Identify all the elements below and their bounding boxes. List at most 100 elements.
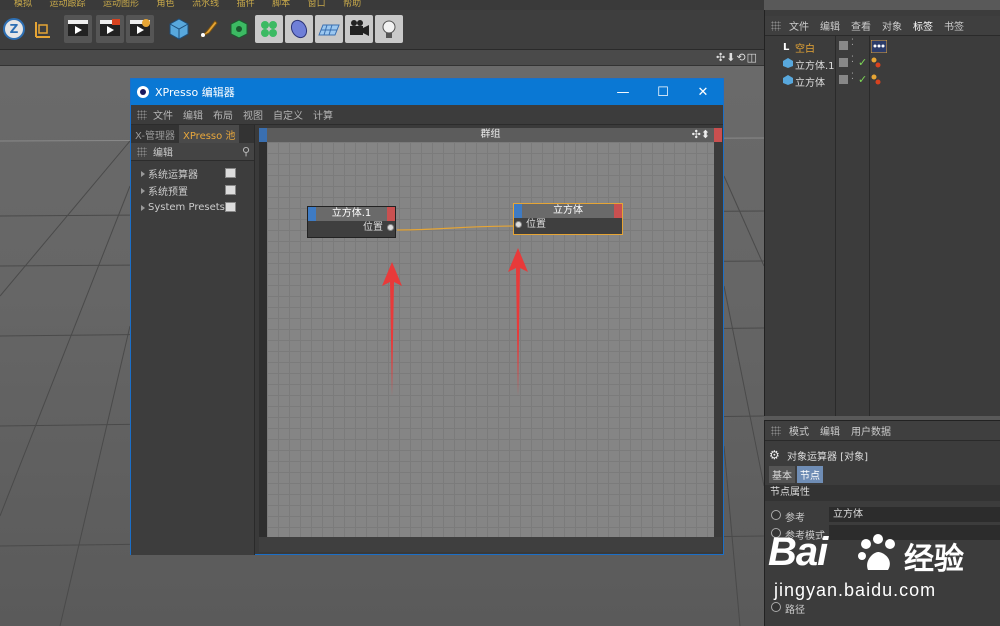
visibility-icon[interactable]	[839, 41, 848, 50]
pool-edit-menu[interactable]: 编辑	[153, 144, 173, 159]
group-header[interactable]: 群组 ✣⬍	[259, 128, 722, 142]
enabled-check-icon[interactable]: ✓	[858, 56, 867, 69]
am-menu-mode[interactable]: 模式	[789, 423, 809, 438]
visibility-dots-icon[interactable]: ⁚	[851, 55, 854, 65]
render-view-icon[interactable]	[64, 15, 92, 43]
tab-x-manager[interactable]: X-管理器	[131, 125, 179, 143]
menu-plugins[interactable]: 插件	[237, 0, 255, 9]
zbrush-icon[interactable]: Z	[0, 15, 28, 43]
pool-header: 编辑 ⚲	[131, 143, 254, 161]
library-icon	[225, 185, 236, 195]
menu-mograph[interactable]: 运动图形	[103, 0, 139, 9]
cube-icon[interactable]	[165, 15, 193, 43]
baidu-paw-icon	[858, 534, 895, 570]
port-position-out[interactable]	[387, 224, 394, 231]
object-row-cube[interactable]: 立方体 ⁚ ✓	[765, 72, 1000, 89]
visibility-dots-icon[interactable]: ⁚	[851, 72, 854, 82]
watermark-url: jingyan.baidu.com	[774, 580, 937, 600]
xpresso-title-bar[interactable]: XPresso 编辑器 — ☐ ✕	[131, 79, 723, 105]
menu-window[interactable]: 窗口	[308, 0, 326, 9]
xmenu-layout[interactable]: 布局	[213, 107, 233, 122]
tab-basic[interactable]: 基本	[769, 466, 795, 483]
viewport-nav-icons[interactable]: ✣⬇⟲◫	[716, 51, 758, 64]
pool-item-system-operators[interactable]: 系统运算器	[131, 165, 254, 182]
node-input-port[interactable]	[514, 204, 522, 218]
animate-radio[interactable]	[771, 510, 781, 520]
node-input-port[interactable]	[308, 207, 316, 221]
cinema4d-logo-icon	[137, 86, 149, 98]
am-menu-edit[interactable]: 编辑	[820, 423, 840, 438]
enabled-check-icon[interactable]: ✓	[858, 73, 867, 86]
menu-script[interactable]: 脚本	[272, 0, 290, 9]
viewport-header: ✣⬇⟲◫	[0, 50, 764, 66]
node-cube-1[interactable]: 立方体.1 位置	[307, 206, 396, 238]
cube-icon	[783, 75, 793, 85]
node-cube[interactable]: 立方体 位置	[513, 203, 623, 235]
visibility-dots-icon[interactable]: ⁚	[851, 38, 854, 48]
camera-icon[interactable]	[345, 15, 373, 43]
cube-icon	[783, 58, 793, 68]
om-menu-objects[interactable]: 对象	[882, 18, 902, 33]
port-position-in[interactable]	[515, 221, 522, 228]
om-menu-bookmarks[interactable]: 书签	[944, 18, 964, 33]
xpresso-tag-icon[interactable]	[870, 39, 888, 56]
horizontal-scrollbar[interactable]	[259, 537, 722, 552]
om-menu-edit[interactable]: 编辑	[820, 18, 840, 33]
deformer-icon[interactable]	[285, 15, 313, 43]
minimize-button[interactable]: —	[603, 85, 643, 100]
vertical-scrollbar[interactable]	[714, 142, 722, 537]
move-icon[interactable]: ✣⬍	[692, 128, 710, 142]
pen-icon[interactable]	[195, 15, 223, 43]
tab-node[interactable]: 节点	[797, 466, 823, 483]
material-tag-icon[interactable]	[871, 57, 881, 72]
pool-item-system-presets-cn[interactable]: 系统预置	[131, 182, 254, 199]
menu-motion-tracking[interactable]: 运动跟踪	[50, 0, 86, 9]
om-menu-view[interactable]: 查看	[851, 18, 871, 33]
library-icon	[225, 168, 236, 178]
annotation-arrow-right	[508, 248, 528, 396]
node-properties-section: 节点属性	[765, 485, 1000, 501]
null-icon: L	[783, 42, 790, 51]
render-picture-icon[interactable]	[96, 15, 124, 43]
xmenu-calculate[interactable]: 计算	[313, 107, 333, 122]
xmenu-file[interactable]: 文件	[153, 107, 173, 122]
group-output-port[interactable]	[714, 128, 722, 142]
watermark-jingyan: 经验	[904, 542, 964, 577]
xmenu-custom[interactable]: 自定义	[273, 107, 303, 122]
object-manager-menu: 文件 编辑 查看 对象 标签 书签	[765, 16, 1000, 36]
xmenu-view[interactable]: 视图	[243, 107, 263, 122]
am-menu-userdata[interactable]: 用户数据	[851, 423, 891, 438]
light-icon[interactable]	[375, 15, 403, 43]
expand-icon[interactable]	[141, 204, 145, 211]
xpresso-node-canvas[interactable]: 群组 ✣⬍ 立方体.1 位置 立方体 位置	[259, 128, 722, 552]
object-row-cube-1[interactable]: 立方体.1 ⁚ ✓	[765, 55, 1000, 72]
menu-simulate[interactable]: 模拟	[14, 0, 32, 9]
maximize-button[interactable]: ☐	[643, 85, 683, 100]
group-input-port[interactable]	[259, 128, 267, 142]
om-menu-file[interactable]: 文件	[789, 18, 809, 33]
pool-item-system-presets[interactable]: System Presets	[131, 199, 254, 216]
menu-pipeline[interactable]: 流水线	[192, 0, 219, 9]
menu-character[interactable]: 角色	[157, 0, 175, 9]
close-button[interactable]: ✕	[683, 85, 723, 100]
menu-help[interactable]: 帮助	[343, 0, 361, 9]
tab-xpresso-pool[interactable]: XPresso 池	[178, 125, 240, 143]
om-menu-tags[interactable]: 标签	[913, 18, 933, 33]
xmenu-edit[interactable]: 编辑	[183, 107, 203, 122]
object-row-null[interactable]: L 空白 ⁚	[765, 38, 1000, 55]
search-icon[interactable]: ⚲	[242, 145, 250, 158]
expand-icon[interactable]	[141, 170, 145, 177]
object-name: 立方体.1	[795, 61, 835, 72]
subdivision-icon[interactable]	[225, 15, 253, 43]
visibility-icon[interactable]	[839, 58, 848, 67]
cloner-icon[interactable]	[255, 15, 283, 43]
node-grid[interactable]: 立方体.1 位置 立方体 位置	[267, 142, 714, 537]
expand-icon[interactable]	[141, 187, 145, 194]
floor-icon[interactable]	[315, 15, 343, 43]
node-output-port[interactable]	[387, 207, 395, 221]
material-tag-icon[interactable]	[871, 74, 881, 89]
render-settings-icon[interactable]	[126, 15, 154, 43]
visibility-icon[interactable]	[839, 75, 848, 84]
axis-icon[interactable]	[28, 15, 56, 43]
node-output-port[interactable]	[614, 204, 622, 218]
